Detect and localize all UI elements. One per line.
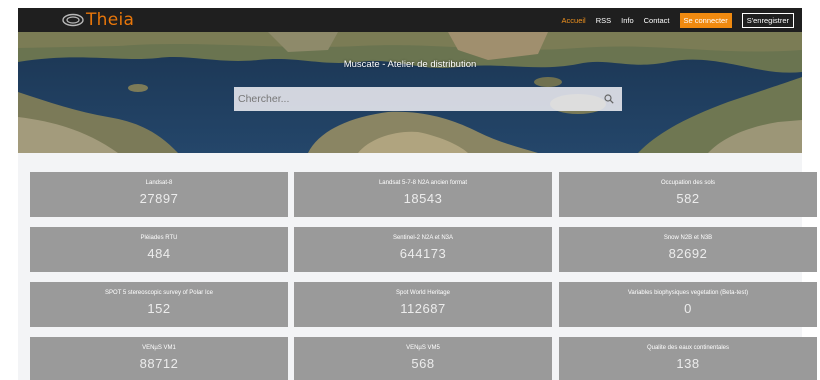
collection-count: 0	[684, 301, 692, 316]
collection-count: 18543	[403, 191, 443, 206]
collection-label: Pléiades RTU	[140, 235, 178, 241]
collection-count: 82692	[668, 246, 708, 261]
collection-tile-spot-world-heritage[interactable]: Spot World Heritage 112687	[294, 282, 552, 327]
nav-info[interactable]: Info	[621, 16, 634, 25]
collection-tile-pleiades-rtu[interactable]: Pléiades RTU 484	[30, 227, 288, 272]
nav-contact[interactable]: Contact	[644, 16, 670, 25]
collection-label: Occupation des sols	[660, 180, 716, 186]
collection-label: Snow N2B et N3B	[663, 235, 713, 241]
collection-count: 88712	[139, 356, 179, 371]
collection-tile-landsat-8[interactable]: Landsat-8 27897	[30, 172, 288, 217]
collection-label: Qualite des eaux continentales	[646, 345, 730, 351]
theia-logo[interactable]: Theia	[62, 9, 135, 30]
collection-label: Variables biophysiques vegetation (Beta-…	[627, 290, 749, 296]
collection-tile-spot5-polar-ice[interactable]: SPOT 5 stereoscopic survey of Polar Ice …	[30, 282, 288, 327]
collection-tile-occupation-sols[interactable]: Occupation des sols 582	[559, 172, 817, 217]
nav-home[interactable]: Accueil	[562, 16, 586, 25]
hero-banner: Muscate - Atelier de distribution	[18, 32, 802, 153]
collection-tile-snow[interactable]: Snow N2B et N3B 82692	[559, 227, 817, 272]
search-icon[interactable]	[604, 94, 614, 104]
collection-label: Landsat 5-7-8 N2A ancien format	[378, 180, 468, 186]
collection-tile-variables-biophysiques[interactable]: Variables biophysiques vegetation (Beta-…	[559, 282, 817, 327]
collection-tile-qualite-eaux[interactable]: Qualite des eaux continentales 138	[559, 337, 817, 380]
hero-title: Muscate - Atelier de distribution	[343, 59, 477, 70]
collection-count: 644173	[399, 246, 447, 261]
register-button[interactable]: S'enregistrer	[741, 12, 794, 28]
nav-rss[interactable]: RSS	[596, 16, 611, 25]
collection-count: 112687	[400, 301, 446, 316]
nav-links: Accueil RSS Info Contact Se connecter S'…	[562, 12, 794, 28]
collections-section: Landsat-8 27897 Landsat 5-7-8 N2A ancien…	[18, 153, 817, 380]
collection-count: 152	[147, 301, 171, 316]
theia-eye-icon	[62, 13, 84, 27]
collection-label: Sentinel-2 N2A et N3A	[392, 235, 454, 241]
search-bar	[234, 87, 622, 111]
collection-label: Spot World Heritage	[396, 290, 450, 296]
collection-count: 582	[676, 191, 700, 206]
collection-count: 568	[411, 356, 435, 371]
collection-count: 138	[676, 356, 700, 371]
logo-text: Theia	[86, 9, 135, 30]
collection-count: 27897	[139, 191, 179, 206]
collection-tile-sentinel-2[interactable]: Sentinel-2 N2A et N3A 644173	[294, 227, 552, 272]
collection-tile-venus-vm1[interactable]: VENµS VM1 88712	[30, 337, 288, 380]
collection-tile-landsat-578[interactable]: Landsat 5-7-8 N2A ancien format 18543	[294, 172, 552, 217]
collection-count: 484	[147, 246, 171, 261]
collection-label: Landsat-8	[145, 180, 173, 186]
login-button[interactable]: Se connecter	[679, 12, 732, 28]
collection-label: SPOT 5 stereoscopic survey of Polar Ice	[105, 290, 213, 296]
collection-tile-venus-vm5[interactable]: VENµS VM5 568	[294, 337, 552, 380]
collection-label: VENµS VM5	[406, 345, 440, 351]
top-navbar: Theia Accueil RSS Info Contact Se connec…	[18, 8, 802, 32]
search-input[interactable]	[238, 93, 604, 105]
collection-label: VENµS VM1	[142, 345, 176, 351]
